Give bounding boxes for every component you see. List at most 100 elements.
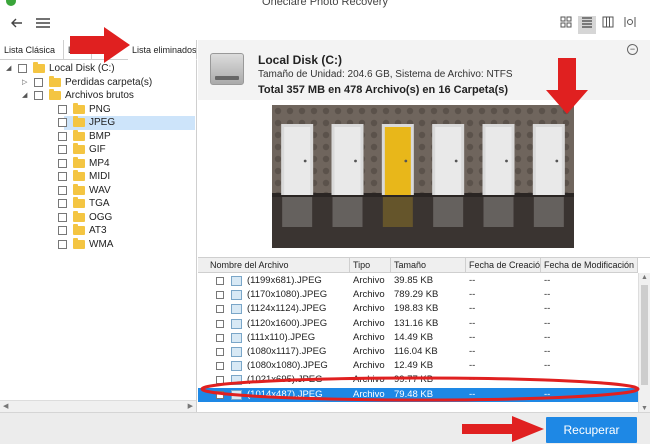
cell-modified: -- (544, 346, 551, 357)
row-checkbox[interactable] (216, 362, 224, 371)
table-row[interactable]: (1080x1117).JPEG Archivo 116.04 KB -- -- (198, 345, 638, 359)
tree-checkbox[interactable] (58, 145, 67, 154)
table-row[interactable]: (1199x681).JPEG Archivo 39.85 KB -- -- (198, 274, 638, 288)
collapse-tree-icon[interactable]: ◢ (6, 62, 14, 76)
folder-icon (49, 75, 61, 87)
scroll-up-icon[interactable]: ▲ (641, 274, 648, 281)
menu-icon[interactable] (34, 16, 52, 34)
folder-icon (73, 183, 85, 195)
tree-checkbox[interactable] (34, 77, 43, 87)
row-checkbox[interactable] (216, 319, 224, 328)
tree-item[interactable]: AT3 (0, 224, 195, 238)
cell-modified: -- (544, 388, 551, 400)
folder-icon (73, 102, 85, 114)
cell-size: 79.48 KB (394, 388, 434, 400)
cell-created: -- (469, 360, 476, 372)
tree-item[interactable]: OGG (0, 210, 195, 225)
tree-item[interactable]: MIDI (0, 170, 195, 184)
row-checkbox[interactable] (216, 333, 224, 342)
tab-lista-partial[interactable]: Li (64, 40, 92, 60)
collapse-icon[interactable]: − (627, 44, 638, 55)
tree-checkbox[interactable] (58, 131, 67, 141)
list-view-icon[interactable] (578, 16, 596, 34)
cell-type: Archivo (353, 360, 385, 372)
scrollbar-thumb[interactable] (641, 285, 648, 385)
column-header-created[interactable]: Fecha de Creación (466, 258, 541, 273)
row-checkbox[interactable] (216, 376, 224, 385)
row-checkbox[interactable] (216, 348, 224, 356)
table-row[interactable]: (1014x487).JPEG Archivo 79.48 KB -- -- (198, 387, 638, 402)
tree-checkbox[interactable] (18, 64, 27, 73)
folder-icon (73, 197, 85, 208)
back-icon[interactable] (8, 16, 26, 34)
recover-button[interactable]: Recuperar (546, 417, 637, 443)
row-checkbox[interactable] (216, 305, 224, 314)
cell-created: -- (469, 388, 476, 400)
table-row[interactable]: (111x110).JPEG Archivo 14.49 KB -- -- (198, 331, 638, 345)
tree-item[interactable]: MP4 (0, 156, 195, 171)
right-panel: Local Disk (C:) Tamaño de Unidad: 204.6 … (198, 40, 650, 413)
cell-name: (1124x1124).JPEG (247, 303, 327, 315)
folder-icon (73, 237, 85, 249)
tree-checkbox[interactable] (58, 185, 67, 195)
table-row[interactable]: (1120x1600).JPEG Archivo 131.16 KB -- -- (198, 317, 638, 331)
collapse-tree-icon[interactable]: ◢ (22, 89, 30, 103)
expand-icon[interactable]: ▷ (22, 76, 30, 90)
tree-checkbox[interactable] (58, 212, 67, 222)
table-row[interactable]: (1124x1124).JPEG Archivo 198.83 KB -- -- (198, 302, 638, 316)
info-view-icon[interactable] (621, 16, 639, 34)
horizontal-scrollbar[interactable]: ◀ ▶ (0, 400, 196, 412)
grid-view-icon[interactable] (557, 16, 575, 34)
vertical-scrollbar[interactable]: ▲ ▼ (638, 273, 650, 413)
column-header-name[interactable]: Nombre del Archivo (198, 258, 350, 273)
tree-item[interactable]: ▷ Perdidas carpeta(s) (0, 75, 195, 90)
scroll-down-icon[interactable]: ▼ (641, 405, 648, 412)
tab-lista-clasica[interactable]: Lista Clásica (0, 40, 64, 60)
tree-checkbox[interactable] (58, 199, 67, 208)
door-reflection (433, 197, 464, 227)
row-checkbox[interactable] (216, 390, 224, 399)
tree-item[interactable]: WAV (0, 183, 195, 198)
door-reflection (483, 197, 514, 227)
tree-item[interactable]: PNG (0, 102, 195, 117)
cell-type: Archivo (353, 388, 385, 400)
preview-floor (272, 193, 574, 248)
tree-item-label: WMA (89, 238, 114, 250)
tree-item[interactable]: GIF (0, 143, 195, 157)
column-header-modified[interactable]: Fecha de Modificación (541, 258, 638, 273)
image-preview (272, 105, 574, 248)
door-reflection (332, 197, 363, 227)
tree-checkbox[interactable] (58, 104, 67, 114)
tree-checkbox[interactable] (58, 158, 67, 168)
tree-checkbox[interactable] (58, 172, 67, 181)
columns-view-icon[interactable] (599, 16, 617, 34)
table-row[interactable]: (1021x695).JPEG Archivo 99.77 KB -- -- (198, 373, 638, 387)
tree-item[interactable]: ◢ Local Disk (C:) (0, 62, 195, 76)
tree-checkbox[interactable] (34, 91, 43, 100)
tab-lista-eliminados[interactable]: Lista eliminados (128, 40, 197, 60)
tree-item[interactable]: JPEG (58, 116, 195, 130)
tree-item[interactable]: WMA (0, 237, 195, 252)
image-file-icon (231, 304, 242, 315)
tree-item[interactable]: TGA (0, 197, 195, 211)
tree-item[interactable]: BMP (0, 129, 195, 144)
cell-modified: -- (544, 331, 551, 343)
column-header-size[interactable]: Tamaño (391, 258, 466, 273)
column-header-type[interactable]: Tipo (350, 258, 391, 273)
table-row[interactable]: (1080x1080).JPEG Archivo 12.49 KB -- -- (198, 359, 638, 373)
tree-item-label: MP4 (89, 157, 110, 169)
cell-name: (1120x1600).JPEG (247, 317, 328, 329)
left-panel: Lista Clásica Li Lista eliminados ◢ Local… (0, 40, 197, 412)
cell-created: -- (469, 374, 476, 386)
row-checkbox[interactable] (216, 277, 224, 285)
cell-size: 131.16 KB (394, 317, 439, 329)
row-checkbox[interactable] (216, 291, 224, 300)
cell-type: Archivo (353, 346, 385, 357)
disk-details: Tamaño de Unidad: 204.6 GB, Sistema de A… (258, 69, 513, 80)
table-row[interactable]: (1170x1080).JPEG Archivo 789.29 KB -- -- (198, 288, 638, 302)
tree-item[interactable]: ◢ Archivos brutos (0, 89, 195, 103)
tree-item-label: GIF (89, 144, 106, 155)
tree-checkbox[interactable] (58, 118, 67, 127)
tree-checkbox[interactable] (58, 239, 67, 249)
tree-checkbox[interactable] (58, 226, 67, 235)
